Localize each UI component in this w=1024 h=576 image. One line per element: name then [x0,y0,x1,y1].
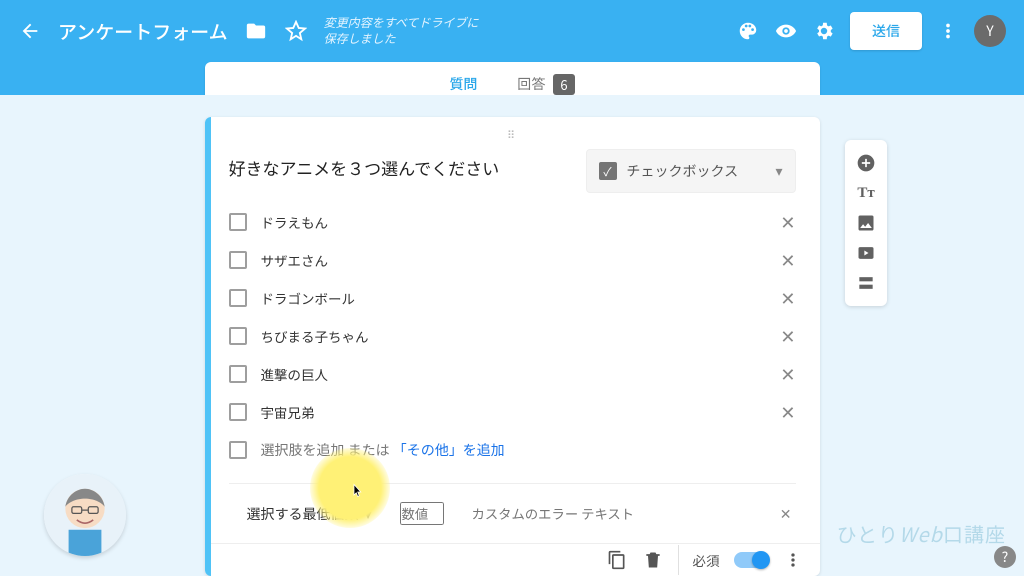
question-type-label: チェックボックス [627,161,739,181]
validation-type-label: 選択する最低個数 [247,504,359,524]
remove-option-icon[interactable]: ✕ [780,209,795,235]
account-avatar[interactable]: Y [974,15,1006,47]
remove-option-icon[interactable]: ✕ [780,247,795,273]
cursor-pointer-icon [348,483,366,501]
required-label: 必須 [693,550,720,570]
dropdown-arrow-icon: ▾ [365,504,372,524]
option-row[interactable]: ✕ [229,243,796,277]
add-title-icon[interactable]: Tᴛ [853,180,879,206]
checkbox-icon [229,251,247,269]
question-title-input[interactable] [229,149,568,187]
save-status: 変更内容をすべてドライブに 保存しました [324,15,479,46]
add-video-icon[interactable] [853,240,879,266]
help-icon[interactable]: ? [994,546,1016,568]
side-toolbar: Tᴛ [845,140,887,306]
option-row[interactable]: ✕ [229,357,796,391]
remove-option-icon[interactable]: ✕ [780,323,795,349]
add-option-line: 選択肢を追加 または 「その他」を追加 [261,440,505,460]
separator [678,545,679,575]
add-other-link[interactable]: 「その他」を追加 [393,440,505,460]
validation-type-dropdown[interactable]: 選択する最低個数 ▾ [247,504,372,524]
add-section-icon[interactable] [853,270,879,296]
remove-option-icon[interactable]: ✕ [780,285,795,311]
more-icon[interactable] [782,549,804,571]
star-icon[interactable] [284,19,308,43]
option-input[interactable] [261,212,767,232]
app-header: アンケートフォーム 変更内容をすべてドライブに 保存しました 送信 Y [0,0,1024,62]
drag-handle-icon[interactable]: ⠿ [205,127,820,143]
add-option-row[interactable]: 選択肢を追加 または 「その他」を追加 [229,433,796,467]
delete-icon[interactable] [642,549,664,571]
settings-gear-icon[interactable] [812,19,836,43]
checkbox-icon [229,289,247,307]
add-question-icon[interactable] [853,150,879,176]
checkbox-icon [229,327,247,345]
remove-validation-icon[interactable]: ✕ [780,504,792,524]
option-row[interactable]: ✕ [229,281,796,315]
watermark: ひとりWeb口講座 [837,519,1006,548]
preview-icon[interactable] [774,19,798,43]
card-accent-bar [205,117,211,576]
option-row[interactable]: ✕ [229,319,796,353]
required-toggle[interactable] [734,552,768,568]
remove-option-icon[interactable]: ✕ [780,361,795,387]
checkbox-type-icon: ✓ [599,162,617,180]
duplicate-icon[interactable] [606,549,628,571]
option-input[interactable] [261,402,767,422]
checkbox-icon [229,403,247,421]
checkbox-icon [229,213,247,231]
back-arrow-icon[interactable] [18,19,42,43]
more-vert-icon[interactable] [936,19,960,43]
palette-icon[interactable] [736,19,760,43]
option-input[interactable] [261,288,767,308]
validation-number-input[interactable] [400,502,444,525]
form-title[interactable]: アンケートフォーム [58,18,228,45]
add-image-icon[interactable] [853,210,879,236]
add-option-text[interactable]: 選択肢を追加 [261,440,345,460]
responses-count-badge: 6 [553,74,574,95]
checkbox-icon [229,365,247,383]
option-input[interactable] [261,250,767,270]
question-footer: 必須 [205,543,820,576]
validation-error-input[interactable] [472,504,752,523]
validation-row: 選択する最低個数 ▾ ✕ [229,483,796,533]
checkbox-icon [229,441,247,459]
presenter-avatar [44,474,126,556]
tab-responses-label: 回答 [517,74,545,94]
remove-option-icon[interactable]: ✕ [780,399,795,425]
option-input[interactable] [261,326,767,346]
dropdown-arrow-icon: ▾ [775,161,782,181]
option-row[interactable]: ✕ [229,395,796,429]
question-card[interactable]: ⠿ ✓ チェックボックス ▾ ✕ ✕ ✕ [205,117,820,576]
question-type-dropdown[interactable]: ✓ チェックボックス ▾ [586,149,796,193]
option-row[interactable]: ✕ [229,205,796,239]
folder-icon[interactable] [244,19,268,43]
option-input[interactable] [261,364,767,384]
send-button[interactable]: 送信 [850,12,922,50]
options-list: ✕ ✕ ✕ ✕ ✕ [205,201,820,473]
